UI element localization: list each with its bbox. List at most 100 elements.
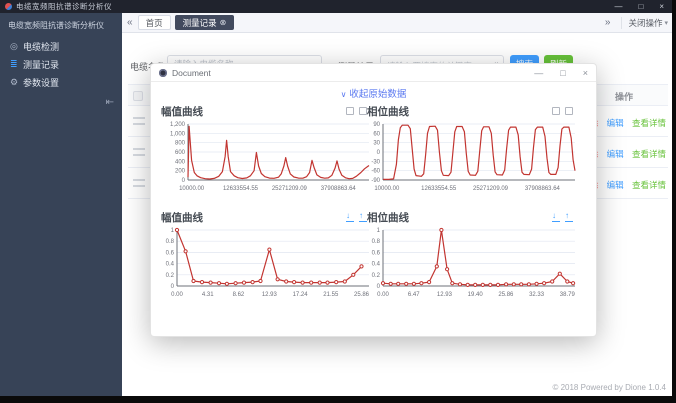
svg-text:0.8: 0.8 bbox=[166, 239, 175, 245]
svg-text:600: 600 bbox=[175, 150, 186, 156]
truncated-text bbox=[133, 148, 145, 150]
tab-home[interactable]: 首页 bbox=[137, 15, 171, 30]
svg-text:0: 0 bbox=[182, 178, 186, 184]
view-details-link[interactable]: 查看详情 bbox=[632, 149, 666, 159]
svg-text:0.8: 0.8 bbox=[372, 239, 381, 245]
svg-text:12633554.55: 12633554.55 bbox=[421, 186, 457, 192]
svg-text:17.24: 17.24 bbox=[293, 292, 309, 298]
svg-text:8.62: 8.62 bbox=[233, 292, 245, 298]
truncated-text bbox=[133, 179, 145, 181]
svg-text:-90: -90 bbox=[371, 178, 380, 184]
svg-text:12.93: 12.93 bbox=[262, 292, 278, 298]
chart-canvas[interactable]: 1 0.8 0.6 0.4 0.2 0 0.00 6.47 12.93 19.40 25.86 32.… bbox=[367, 224, 579, 310]
chart-dialog: Document — □ × ∨ 收起原始数据 幅值曲线 1,200 1,000 80… bbox=[150, 63, 597, 337]
dialog-minimize-icon[interactable]: — bbox=[534, 64, 543, 82]
sidebar-item-label: 测量记录 bbox=[23, 59, 60, 70]
title-bar[interactable]: 电缆宽频阻抗谱诊断分析仪 — □ × bbox=[0, 0, 672, 13]
tab-measurement-records[interactable]: 测量记录 ⊗ bbox=[174, 15, 235, 30]
svg-text:4.31: 4.31 bbox=[202, 292, 214, 298]
svg-text:0: 0 bbox=[377, 150, 381, 156]
copyright-text: © 2018 Powered by Dione 1.0.4 bbox=[552, 383, 666, 392]
chart-title: 幅值曲线 bbox=[161, 211, 203, 224]
sidebar-title: 电缆宽频阻抗谱诊断分析仪 bbox=[8, 21, 104, 30]
chart-canvas[interactable]: 1,200 1,000 800 600 400 200 0 10000.00 12633554.… bbox=[161, 118, 373, 204]
chart-canvas[interactable]: 90 60 30 0 -30 -60 -90 10000.00 12633554.55 25271… bbox=[367, 118, 579, 204]
sidebar-item-label: 参数设置 bbox=[23, 77, 60, 88]
svg-text:37908863.64: 37908863.64 bbox=[525, 186, 561, 192]
chart-title: 幅值曲线 bbox=[161, 105, 203, 118]
arrow-up-icon: ↑ bbox=[359, 211, 363, 220]
svg-text:1,200: 1,200 bbox=[170, 122, 186, 128]
svg-text:0: 0 bbox=[171, 284, 175, 290]
dialog-title-bar[interactable]: Document — □ × bbox=[151, 64, 596, 82]
chart-canvas[interactable]: 1 0.8 0.6 0.4 0.2 0 0.00 4.31 8.62 12.93 17.24 21.5… bbox=[161, 224, 373, 310]
dialog-close-icon[interactable]: × bbox=[583, 64, 588, 82]
svg-text:0.4: 0.4 bbox=[372, 262, 381, 268]
svg-text:10000.00: 10000.00 bbox=[179, 186, 205, 192]
datazoom-icon[interactable]: ↓ bbox=[552, 212, 560, 222]
svg-text:6.47: 6.47 bbox=[408, 292, 420, 298]
restore-icon[interactable] bbox=[565, 107, 573, 115]
svg-text:12.93: 12.93 bbox=[437, 292, 453, 298]
tabs-scroll-right-icon[interactable]: » bbox=[600, 17, 616, 28]
tabs-scroll-left-icon[interactable]: « bbox=[122, 17, 138, 28]
svg-text:0.6: 0.6 bbox=[372, 250, 381, 256]
svg-text:-30: -30 bbox=[371, 159, 380, 165]
svg-text:1,000: 1,000 bbox=[170, 131, 186, 137]
tab-bar: « 首页 测量记录 ⊗ » 关闭操作 ▾ bbox=[122, 13, 672, 33]
electron-app-icon bbox=[159, 68, 167, 77]
sidebar-item-parameter-settings[interactable]: ⚙ 参数设置 bbox=[0, 73, 122, 91]
datazoom-reset-icon[interactable]: ↑ bbox=[359, 212, 367, 222]
svg-text:1: 1 bbox=[377, 228, 381, 234]
svg-text:0.4: 0.4 bbox=[166, 262, 175, 268]
datazoom-reset-icon[interactable]: ↑ bbox=[565, 212, 573, 222]
tab-label: 首页 bbox=[145, 17, 163, 28]
edit-link[interactable]: 编辑 bbox=[607, 180, 624, 190]
svg-text:25271209.09: 25271209.09 bbox=[272, 186, 308, 192]
tab-close-icon[interactable]: ⊗ bbox=[220, 16, 227, 30]
save-image-icon[interactable] bbox=[552, 107, 560, 115]
svg-text:38.79: 38.79 bbox=[560, 292, 576, 298]
svg-text:-60: -60 bbox=[371, 169, 380, 175]
arrow-down-icon: ↓ bbox=[552, 211, 556, 220]
app-logo-icon bbox=[5, 3, 12, 10]
phase-frequency-chart: 相位曲线 90 60 30 0 -30 -60 -90 10000.00 12633554.55… bbox=[367, 104, 579, 206]
sidebar-collapse-icon[interactable]: ⇤ bbox=[106, 97, 114, 108]
view-details-link[interactable]: 查看详情 bbox=[632, 180, 666, 190]
dialog-title: Document bbox=[172, 67, 211, 78]
truncated-text bbox=[133, 185, 145, 187]
svg-text:19.40: 19.40 bbox=[468, 292, 484, 298]
edit-link[interactable]: 编辑 bbox=[607, 118, 624, 128]
tab-label: 测量记录 bbox=[182, 17, 217, 28]
minimize-icon[interactable]: — bbox=[614, 0, 622, 13]
maximize-icon[interactable]: □ bbox=[638, 0, 643, 13]
restore-icon[interactable] bbox=[359, 107, 367, 115]
svg-text:0.6: 0.6 bbox=[166, 250, 175, 256]
truncated-text bbox=[133, 123, 145, 125]
datazoom-icon[interactable]: ↓ bbox=[346, 212, 354, 222]
close-icon[interactable]: × bbox=[659, 0, 664, 13]
edit-link[interactable]: 编辑 bbox=[607, 149, 624, 159]
amplitude-frequency-chart: 幅值曲线 1,200 1,000 800 600 400 200 0 10000.00 1263… bbox=[161, 104, 373, 206]
dialog-maximize-icon[interactable]: □ bbox=[560, 64, 565, 82]
truncated-text bbox=[133, 117, 145, 119]
amplitude-distance-chart: 幅值曲线 ↓ ↑ 1 0.8 0.6 0.4 0.2 0 0.00 4.31 8.62 12.93… bbox=[161, 210, 373, 312]
svg-text:37908863.64: 37908863.64 bbox=[321, 186, 357, 192]
save-image-icon[interactable] bbox=[346, 107, 354, 115]
svg-text:10000.00: 10000.00 bbox=[374, 186, 400, 192]
sidebar-item-cable-detection[interactable]: ◎ 电缆检测 bbox=[0, 37, 122, 55]
gear-icon: ⚙ bbox=[10, 76, 19, 87]
svg-text:30: 30 bbox=[373, 141, 380, 147]
select-all-checkbox[interactable] bbox=[133, 91, 143, 101]
caret-down-icon: ▾ bbox=[664, 19, 668, 27]
sidebar-item-measurement-records[interactable]: ≣ 测量记录 bbox=[0, 55, 122, 73]
svg-text:0.00: 0.00 bbox=[377, 292, 389, 298]
svg-text:0.2: 0.2 bbox=[372, 273, 381, 279]
collapse-raw-data-link[interactable]: ∨ 收起原始数据 bbox=[341, 86, 407, 100]
user-menu-dropdown[interactable]: 关闭操作 bbox=[628, 17, 662, 29]
chart-title: 相位曲线 bbox=[367, 105, 409, 118]
view-details-link[interactable]: 查看详情 bbox=[632, 118, 666, 128]
sidebar: 电缆宽频阻抗谱诊断分析仪 ◎ 电缆检测 ≣ 测量记录 ⚙ 参数设置 ⇤ bbox=[0, 13, 122, 396]
svg-text:90: 90 bbox=[373, 122, 380, 128]
arrow-down-icon: ↓ bbox=[346, 211, 350, 220]
